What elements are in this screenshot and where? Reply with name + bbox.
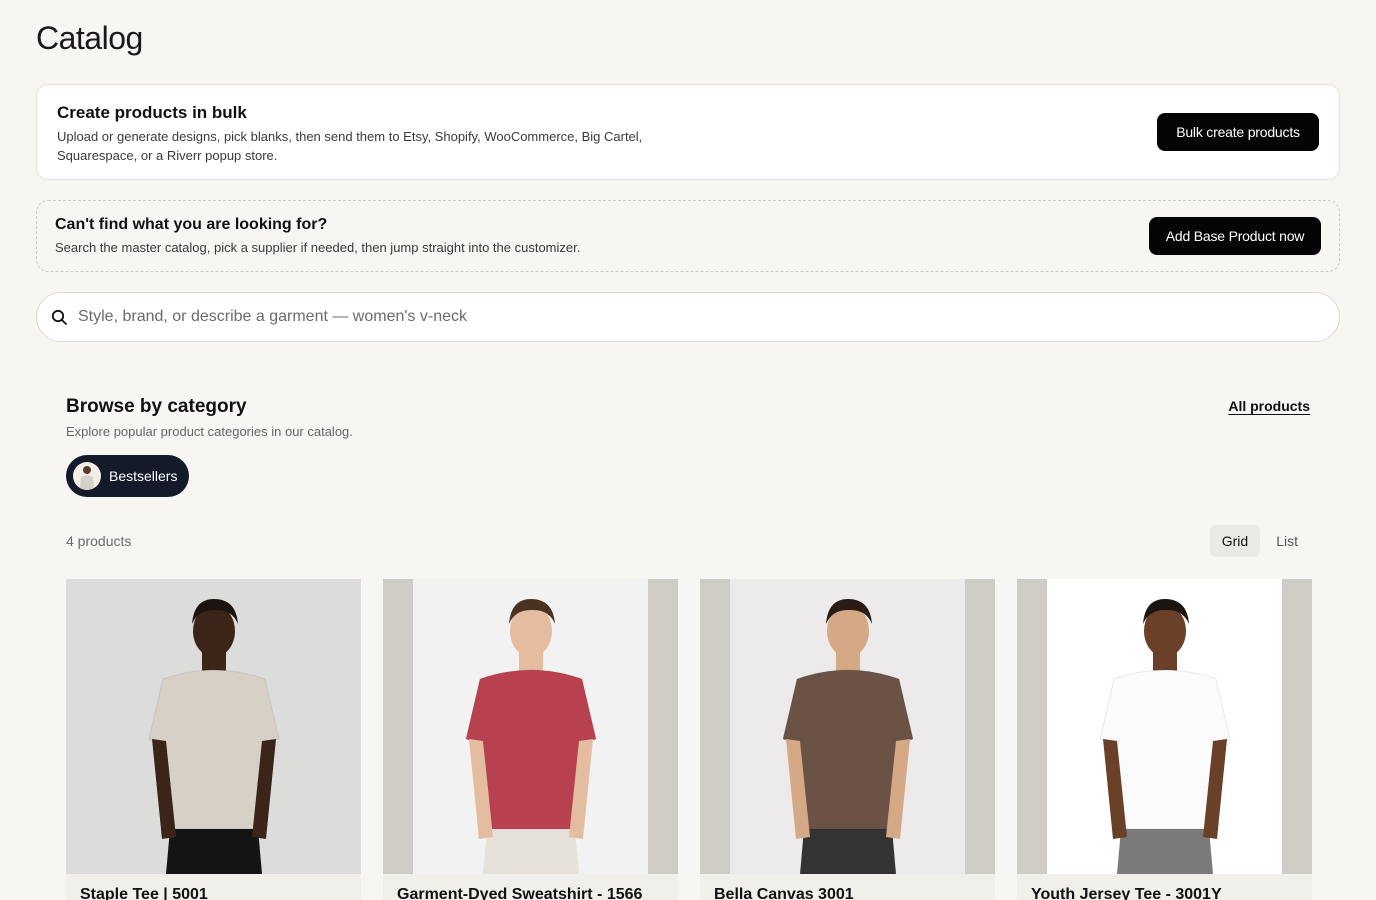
product-card[interactable]: Youth Jersey Tee - 3001Y <box>1017 579 1312 900</box>
bulk-card-description: Upload or generate designs, pick blanks,… <box>57 129 643 163</box>
product-image <box>66 579 361 874</box>
add-base-product-card: Can't find what you are looking for? Sea… <box>36 200 1340 272</box>
list-view-button[interactable]: List <box>1264 525 1310 557</box>
product-image <box>700 579 995 874</box>
product-name: Garment-Dyed Sweatshirt - 1566 <box>397 886 643 900</box>
product-card[interactable]: Bella Canvas 3001 <box>700 579 995 900</box>
browse-subtitle: Explore popular product categories in ou… <box>66 424 353 439</box>
product-name: Youth Jersey Tee - 3001Y <box>1031 886 1222 900</box>
product-image <box>383 579 678 874</box>
product-count: 4 products <box>66 533 132 549</box>
product-grid: Staple Tee | 5001 Garment-Dyed Sweatshir… <box>66 579 1312 900</box>
product-image <box>1017 579 1312 874</box>
add-base-product-button[interactable]: Add Base Product now <box>1149 217 1321 255</box>
category-chip-label: Bestsellers <box>109 468 178 484</box>
search-bar[interactable] <box>36 292 1340 342</box>
product-card[interactable]: Staple Tee | 5001 <box>66 579 361 900</box>
category-thumbnail <box>73 462 101 490</box>
category-chip-bestsellers[interactable]: Bestsellers <box>66 455 189 497</box>
view-toggle: Grid List <box>1209 525 1310 557</box>
product-card[interactable]: Garment-Dyed Sweatshirt - 1566 <box>383 579 678 900</box>
product-name: Bella Canvas 3001 <box>714 886 854 900</box>
find-card-description: Search the master catalog, pick a suppli… <box>55 240 581 255</box>
page-title: Catalog <box>36 20 143 56</box>
grid-view-button[interactable]: Grid <box>1209 525 1261 557</box>
browse-title: Browse by category <box>66 396 247 417</box>
product-name: Staple Tee | 5001 <box>80 886 208 900</box>
bulk-card-title: Create products in bulk <box>57 103 247 122</box>
bulk-create-button[interactable]: Bulk create products <box>1157 113 1319 151</box>
all-products-link[interactable]: All products <box>1228 398 1310 414</box>
find-card-title: Can't find what you are looking for? <box>55 216 328 233</box>
search-input[interactable] <box>78 308 1339 326</box>
search-icon <box>51 308 69 326</box>
bulk-create-card: Create products in bulk Upload or genera… <box>36 84 1340 180</box>
